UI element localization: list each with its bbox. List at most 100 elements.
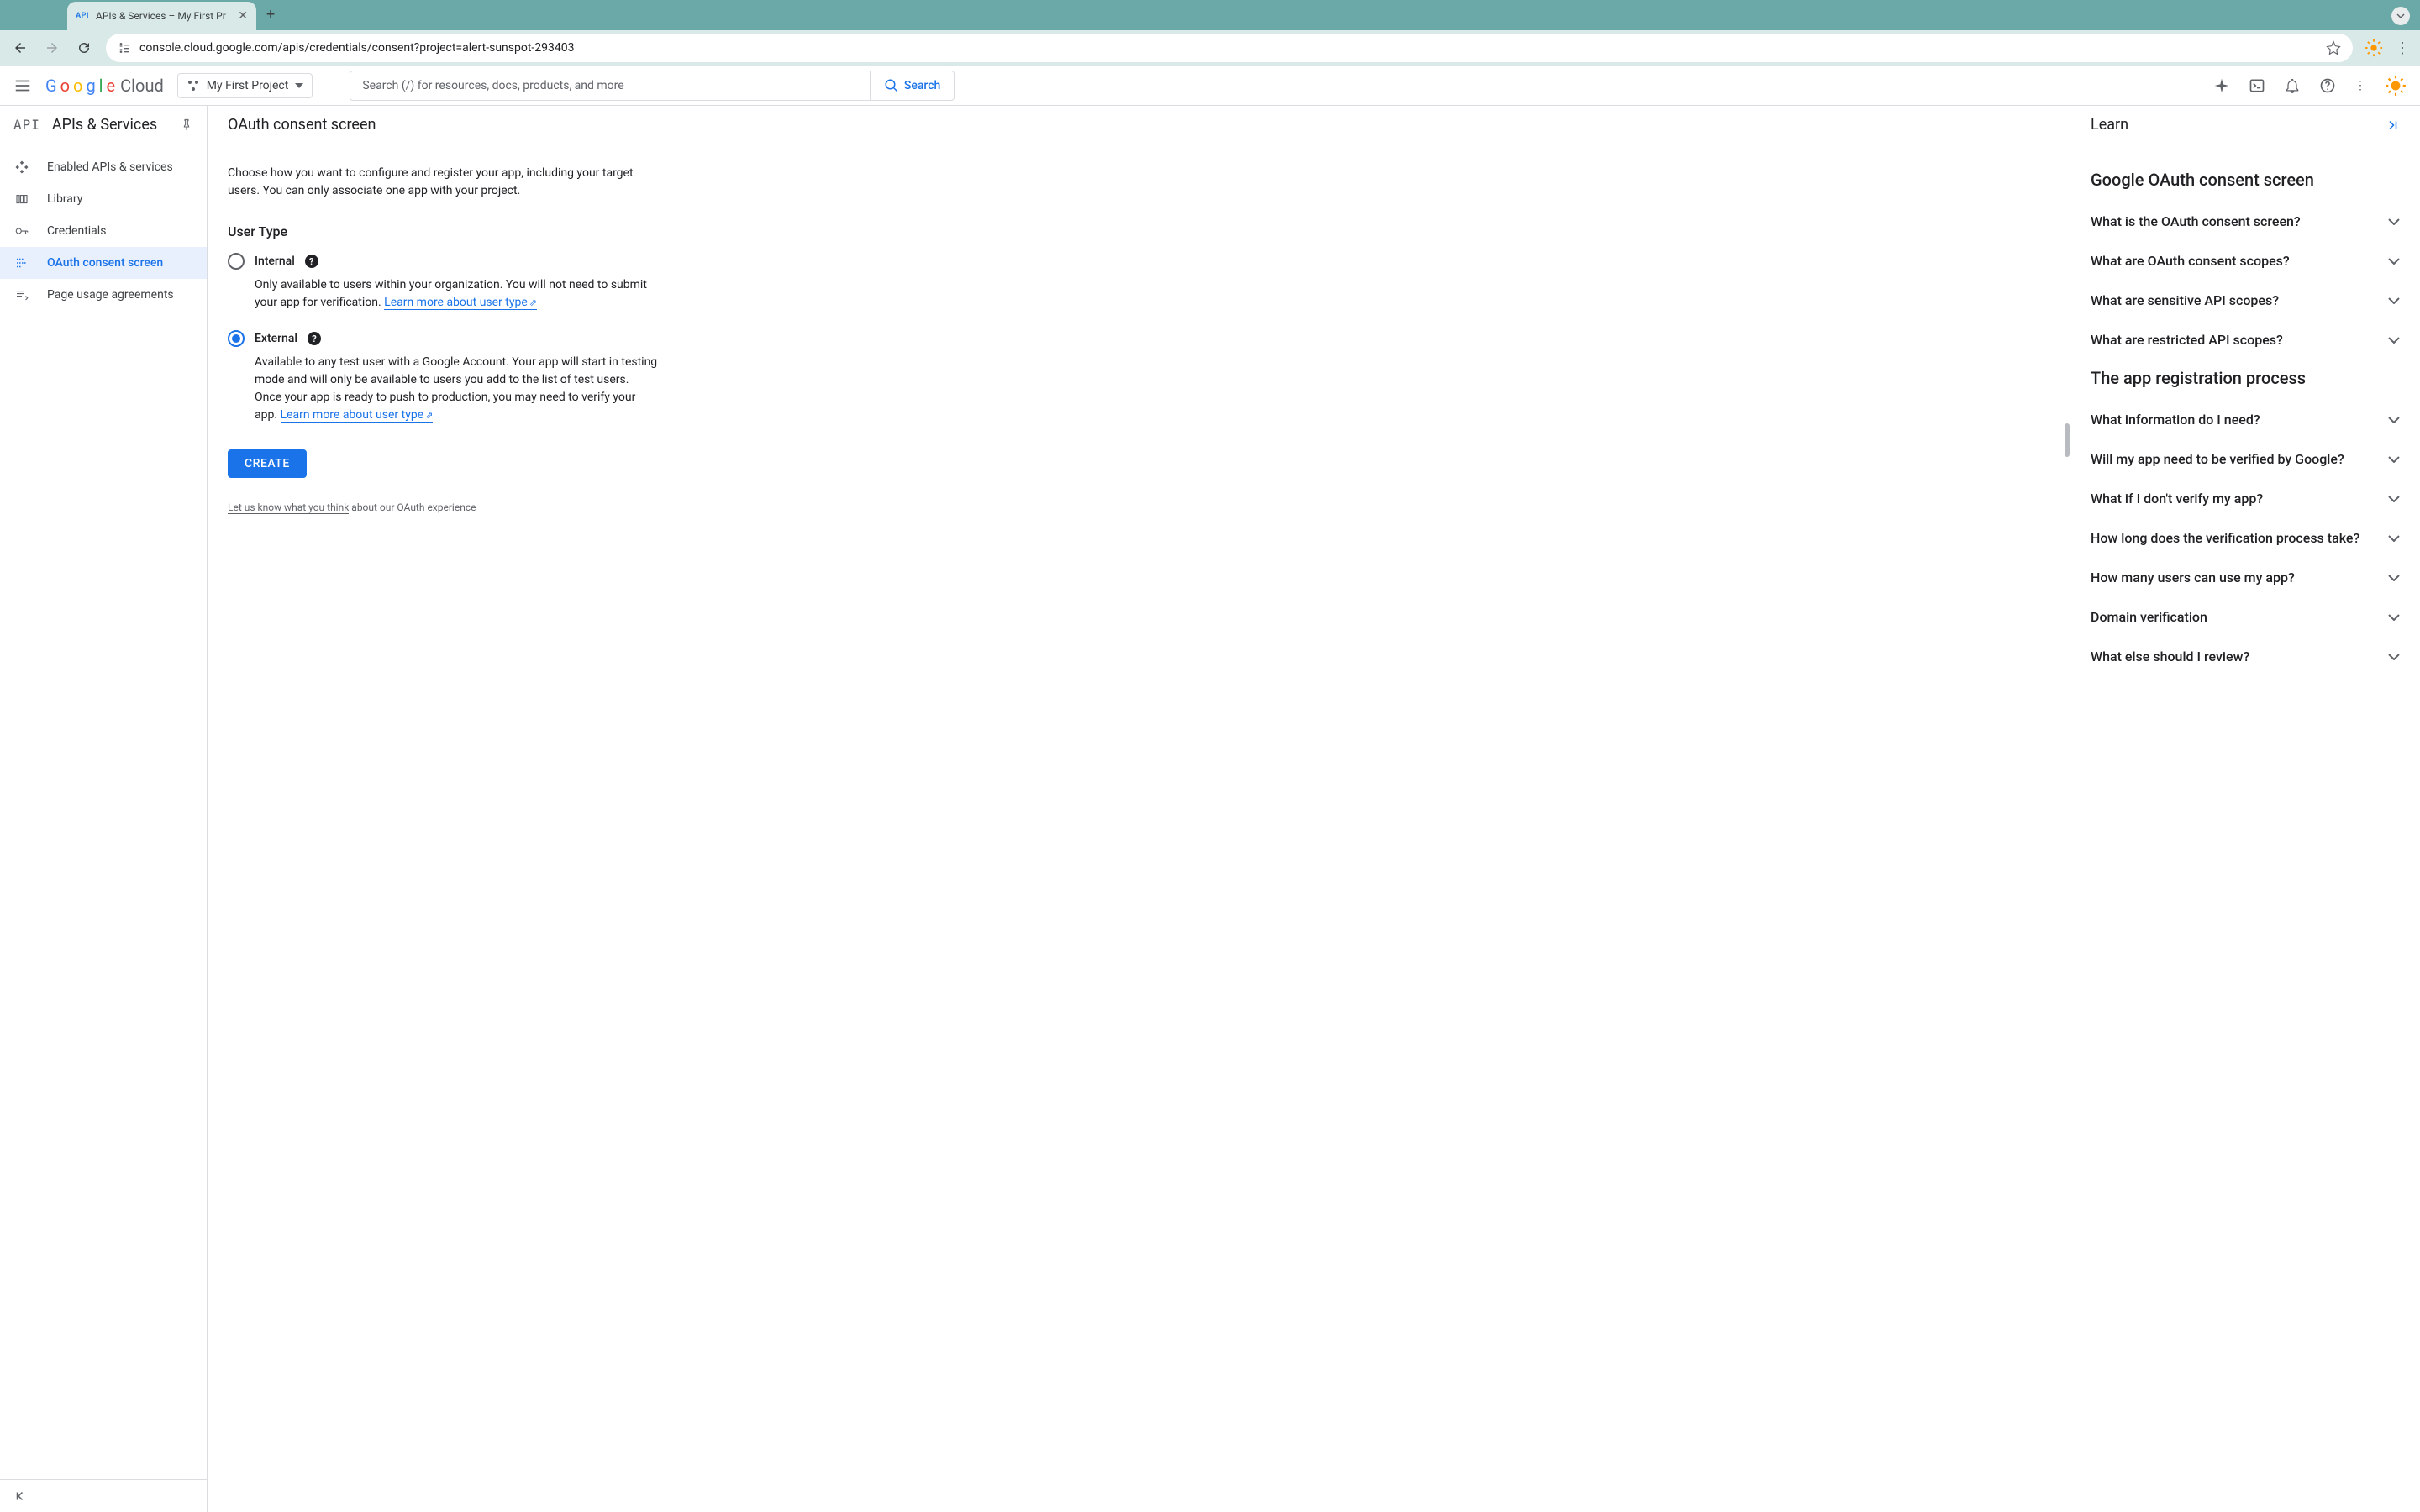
chevron-down-icon (2388, 218, 2400, 225)
browser-menu-button[interactable]: ⋮ (2395, 39, 2410, 57)
feedback-link[interactable]: Let us know what you think (228, 501, 349, 514)
search-container: Search (/) for resources, docs, products… (350, 71, 955, 101)
bookmark-button[interactable] (2326, 40, 2341, 55)
address-bar[interactable]: console.cloud.google.com/apis/credential… (106, 34, 2353, 62)
radio-external[interactable]: External ? (228, 330, 658, 347)
external-link-icon: ⇗ (425, 410, 433, 421)
more-options-button[interactable]: ⋮ (2354, 79, 2366, 92)
learn-item[interactable]: What are OAuth consent scopes? (2091, 241, 2400, 281)
cloud-shell-button[interactable] (2249, 77, 2265, 94)
collapse-sidebar-button[interactable] (0, 1479, 207, 1512)
learn-item[interactable]: Domain verification (2091, 597, 2400, 637)
sidebar-item-page-usage[interactable]: Page usage agreements (0, 279, 207, 311)
consent-icon (13, 255, 30, 270)
project-icon (187, 79, 200, 92)
account-avatar[interactable] (2385, 75, 2407, 97)
project-picker[interactable]: My First Project (177, 73, 313, 98)
api-badge: API (13, 117, 40, 133)
learn-more-internal-link[interactable]: Learn more about user type⇗ (384, 296, 537, 310)
intro-text: Choose how you want to configure and reg… (228, 165, 658, 200)
bell-icon (2284, 77, 2301, 94)
radio-label-internal: Internal (255, 255, 295, 268)
help-icon[interactable]: ? (305, 255, 318, 268)
radio-internal[interactable]: Internal ? (228, 253, 658, 270)
pin-button[interactable] (180, 118, 193, 132)
help-button[interactable] (2319, 77, 2336, 94)
chevron-down-icon (2388, 614, 2400, 621)
new-tab-button[interactable]: + (266, 6, 275, 24)
learn-item[interactable]: What information do I need? (2091, 400, 2400, 439)
chevron-down-icon (2388, 575, 2400, 581)
browser-tab[interactable]: API APIs & Services – My First Pr ✕ (67, 2, 256, 30)
google-cloud-logo[interactable]: Google Cloud (45, 76, 164, 96)
sidebar-item-label: OAuth consent screen (47, 256, 163, 270)
enabled-apis-icon (13, 160, 30, 175)
notifications-button[interactable] (2284, 77, 2301, 94)
user-type-heading: User Type (228, 223, 658, 239)
radio-label-external: External (255, 332, 297, 345)
extension-icon[interactable] (2365, 39, 2383, 57)
sidebar-item-enabled-apis[interactable]: Enabled APIs & services (0, 151, 207, 183)
learn-section-consent: Google OAuth consent screen (2091, 170, 2400, 190)
key-icon (13, 223, 30, 239)
create-button[interactable]: CREATE (228, 449, 307, 478)
chevron-left-icon (13, 1488, 29, 1504)
app-header: Google Cloud My First Project Search (/)… (0, 66, 2420, 106)
learn-item[interactable]: What if I don't verify my app? (2091, 479, 2400, 518)
learn-item[interactable]: How many users can use my app? (2091, 558, 2400, 597)
chevron-down-icon (2388, 456, 2400, 463)
sidebar-item-oauth-consent[interactable]: OAuth consent screen (0, 247, 207, 279)
learn-item[interactable]: What are restricted API scopes? (2091, 320, 2400, 360)
sidebar-header: API APIs & Services (0, 106, 207, 144)
chevron-down-icon (2396, 13, 2405, 18)
nav-menu-button[interactable] (13, 76, 32, 95)
external-link-icon: ⇗ (529, 297, 537, 308)
site-settings-icon[interactable] (118, 41, 131, 55)
forward-button[interactable] (42, 38, 62, 58)
browser-toolbar: console.cloud.google.com/apis/credential… (0, 30, 2420, 66)
learn-section-registration: The app registration process (2091, 368, 2400, 388)
arrow-right-icon (45, 40, 60, 55)
back-button[interactable] (10, 38, 30, 58)
search-input[interactable]: Search (/) for resources, docs, products… (350, 71, 870, 100)
scrollbar-thumb[interactable] (2065, 423, 2070, 457)
sidebar-item-label: Library (47, 192, 82, 206)
help-icon (2319, 77, 2336, 94)
learn-panel: Learn Google OAuth consent screen What i… (2070, 106, 2420, 1512)
chevron-down-icon (2388, 417, 2400, 423)
learn-more-external-link[interactable]: Learn more about user type⇗ (281, 408, 434, 423)
external-description: Available to any test user with a Google… (255, 354, 658, 424)
feedback-text: Let us know what you think about our OAu… (228, 501, 658, 513)
chevron-down-icon (2388, 496, 2400, 502)
gemini-button[interactable] (2213, 77, 2230, 94)
learn-item[interactable]: Will my app need to be verified by Googl… (2091, 439, 2400, 479)
radio-button-internal[interactable] (228, 253, 245, 270)
close-icon[interactable]: ✕ (238, 9, 248, 23)
agreement-icon (13, 287, 30, 302)
learn-title: Learn (2091, 116, 2385, 134)
learn-item[interactable]: What is the OAuth consent screen? (2091, 202, 2400, 241)
reload-button[interactable] (74, 38, 94, 58)
search-icon (884, 78, 899, 93)
sidebar-item-credentials[interactable]: Credentials (0, 215, 207, 247)
internal-description: Only available to users within your orga… (255, 276, 658, 312)
reload-icon (76, 40, 92, 55)
chevron-down-icon (2388, 654, 2400, 660)
collapse-learn-button[interactable] (2385, 118, 2400, 133)
sidebar-item-library[interactable]: Library (0, 183, 207, 215)
radio-button-external[interactable] (228, 330, 245, 347)
learn-item[interactable]: What are sensitive API scopes? (2091, 281, 2400, 320)
learn-item[interactable]: How long does the verification process t… (2091, 518, 2400, 558)
help-icon[interactable]: ? (308, 332, 321, 345)
project-name: My First Project (207, 79, 289, 92)
learn-item[interactable]: What else should I review? (2091, 637, 2400, 676)
search-button[interactable]: Search (870, 71, 954, 100)
tabs-dropdown-button[interactable] (2391, 7, 2410, 25)
logo-cloud-text: Cloud (120, 76, 164, 96)
terminal-icon (2249, 77, 2265, 94)
chevron-down-icon (2388, 258, 2400, 265)
star-icon (2326, 40, 2341, 55)
sparkle-icon (2213, 77, 2230, 94)
sidebar: API APIs & Services Enabled APIs & servi… (0, 106, 208, 1512)
chevron-down-icon (2388, 337, 2400, 344)
